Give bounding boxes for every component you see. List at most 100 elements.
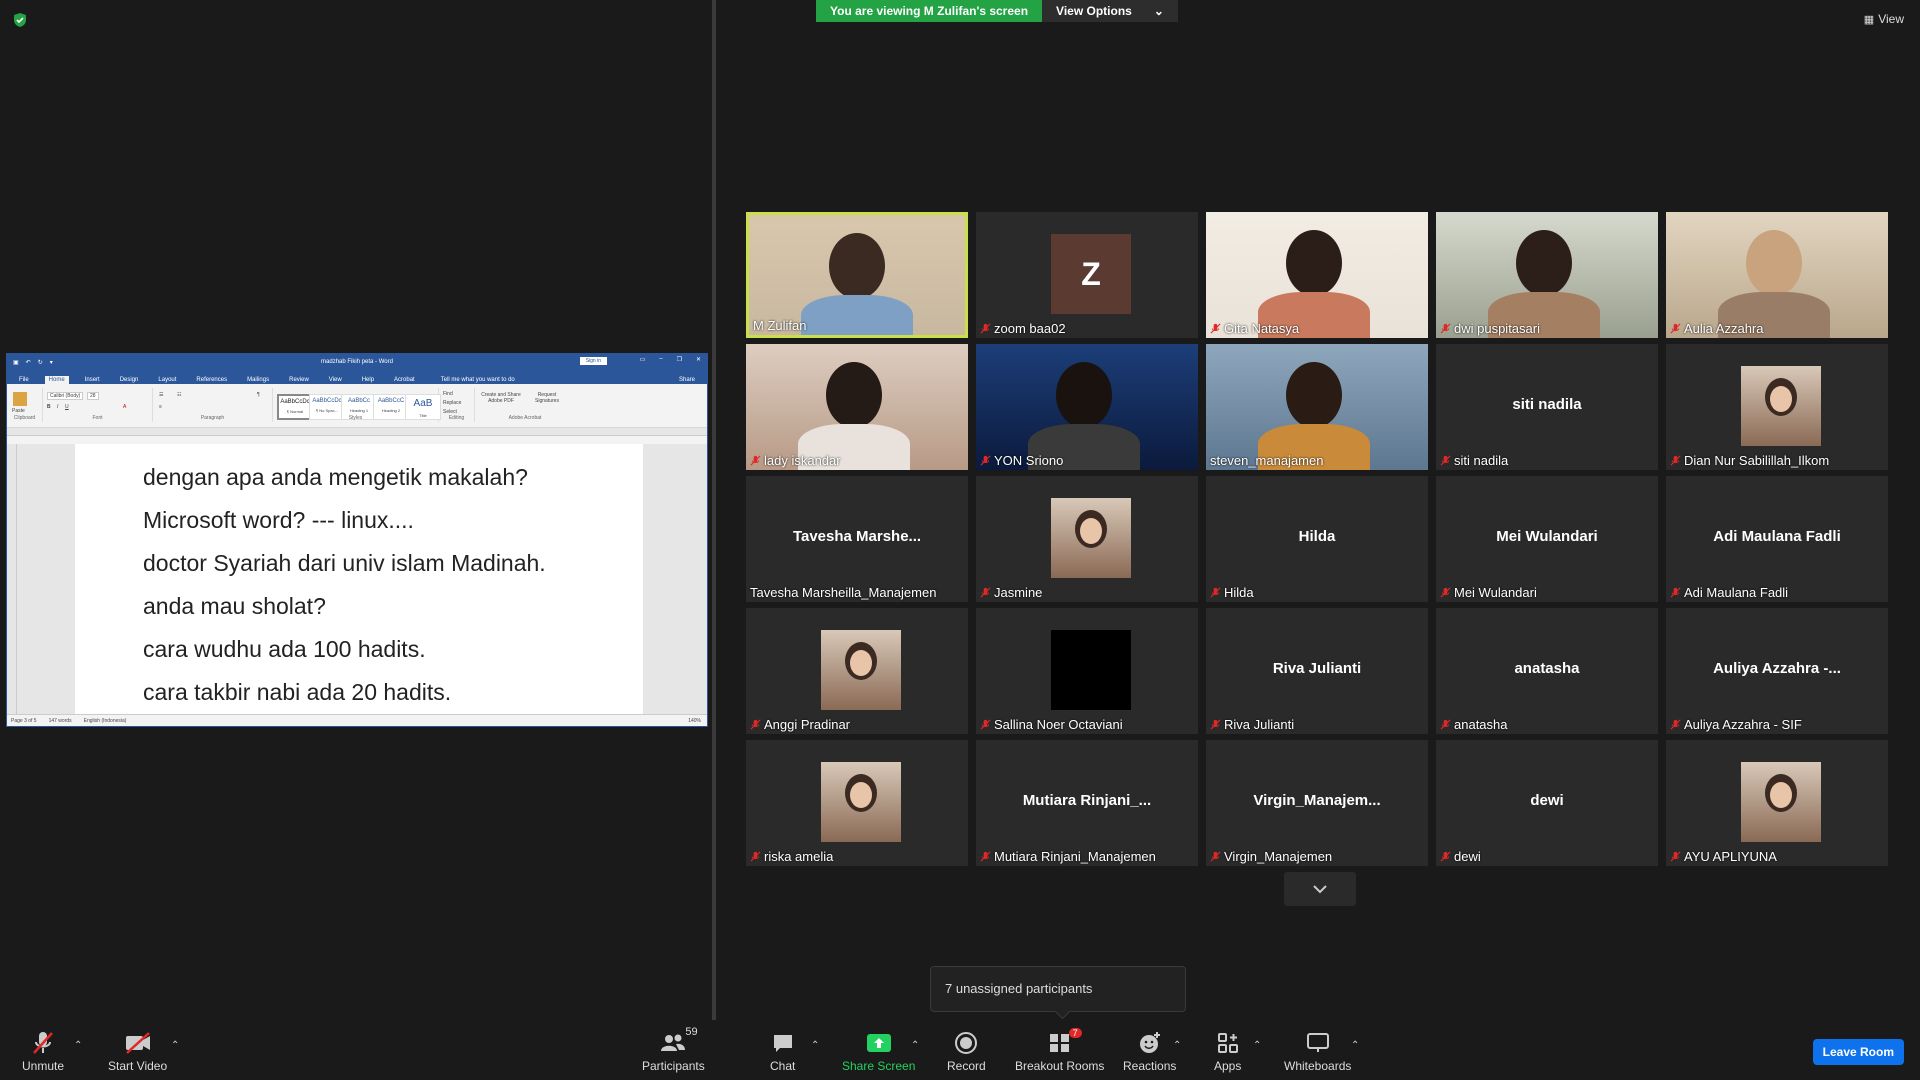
record-button[interactable]: Record	[947, 1030, 986, 1073]
breakout-rooms-button[interactable]: 7 Breakout Rooms	[1015, 1028, 1104, 1073]
shield-icon[interactable]	[12, 12, 28, 28]
bullets-icon[interactable]: ☰	[159, 392, 163, 398]
restore-icon[interactable]: ❐	[677, 356, 682, 363]
sign-in-button[interactable]: Sign in	[579, 357, 607, 365]
participant-tile[interactable]: Virgin_Manajem... Virgin_Manajemen	[1206, 740, 1428, 866]
audio-options-caret[interactable]: ⌃	[74, 1040, 82, 1051]
participant-tile[interactable]: steven_manajamen	[1206, 344, 1428, 470]
font-color-icon[interactable]: A	[123, 404, 126, 410]
participant-name: Mutiara Rinjani_Manajemen	[980, 849, 1156, 864]
participant-video	[749, 215, 965, 335]
language-indicator[interactable]: English (Indonesia)	[84, 718, 127, 724]
leave-room-button[interactable]: Leave Room	[1812, 1039, 1904, 1065]
participant-display-name: anatasha	[1514, 660, 1580, 677]
page-count[interactable]: Page 3 of 5	[11, 718, 37, 724]
participant-display-name: Mutiara Rinjani_...	[1022, 792, 1152, 809]
participant-tile[interactable]: Hilda Hilda	[1206, 476, 1428, 602]
share-options-caret[interactable]: ⌃	[911, 1040, 919, 1051]
participant-tile[interactable]: Mutiara Rinjani_... Mutiara Rinjani_Manaj…	[976, 740, 1198, 866]
participant-tile[interactable]: dwi puspitasari	[1436, 212, 1658, 338]
whiteboards-button[interactable]: Whiteboards	[1284, 1030, 1351, 1073]
tab-help[interactable]: Help	[358, 376, 378, 384]
font-size-select[interactable]: 28	[87, 392, 99, 400]
participant-tile[interactable]: riska amelia	[746, 740, 968, 866]
tab-insert[interactable]: Insert	[81, 376, 104, 384]
start-video-button[interactable]: Start Video	[108, 1030, 167, 1073]
participant-video	[1666, 212, 1888, 338]
chat-options-caret[interactable]: ⌃	[811, 1040, 819, 1051]
paste-icon[interactable]	[13, 392, 27, 406]
bold-icon[interactable]: B	[47, 404, 51, 410]
participant-tile[interactable]: lady iskandar	[746, 344, 968, 470]
doc-line: Microsoft word? --- linux....	[143, 507, 414, 533]
vertical-ruler[interactable]	[7, 444, 17, 716]
chat-button[interactable]: Chat	[770, 1030, 795, 1073]
participant-tile[interactable]: Tavesha Marshe... Tavesha Marsheilla_Mana…	[746, 476, 968, 602]
font-name-select[interactable]: Calibri (Body)	[47, 392, 84, 400]
align-left-icon[interactable]: ≡	[159, 404, 162, 410]
participants-button[interactable]: 59 Participants	[642, 1026, 705, 1073]
participant-tile[interactable]: siti nadila siti nadila	[1436, 344, 1658, 470]
document-page[interactable]: dengan apa anda mengetik makalah? Micros…	[75, 444, 643, 716]
participant-tile[interactable]: Anggi Pradinar	[746, 608, 968, 734]
participant-tile[interactable]: Dian Nur Sabilillah_Ilkom	[1666, 344, 1888, 470]
horizontal-ruler[interactable]	[7, 428, 707, 436]
participant-tile[interactable]: anatasha anatasha	[1436, 608, 1658, 734]
participant-name-label: Virgin_Manajemen	[1224, 849, 1333, 864]
apps-button[interactable]: Apps	[1214, 1030, 1241, 1073]
pane-divider[interactable]	[712, 0, 716, 1028]
word-share-button[interactable]: Share	[675, 376, 699, 384]
underline-icon[interactable]: U	[65, 404, 69, 410]
next-page-button[interactable]	[1284, 872, 1356, 906]
participant-tile[interactable]: YON Sriono	[976, 344, 1198, 470]
share-screen-button[interactable]: Share Screen	[842, 1030, 915, 1073]
tab-design[interactable]: Design	[116, 376, 143, 384]
tab-review[interactable]: Review	[285, 376, 313, 384]
tab-layout[interactable]: Layout	[154, 376, 180, 384]
reactions-options-caret[interactable]: ⌃	[1173, 1040, 1181, 1051]
numbering-icon[interactable]: ☷	[177, 392, 181, 398]
participant-tile[interactable]: Gita Natasya	[1206, 212, 1428, 338]
video-options-caret[interactable]: ⌃	[171, 1040, 179, 1051]
participant-tile[interactable]: dewi dewi	[1436, 740, 1658, 866]
participant-name: lady iskandar	[750, 453, 841, 468]
word-count[interactable]: 147 words	[49, 718, 72, 724]
whiteboards-label: Whiteboards	[1284, 1059, 1352, 1073]
participant-tile[interactable]: M Zulifan	[746, 212, 968, 338]
tab-references[interactable]: References	[192, 376, 231, 384]
minimize-icon[interactable]: –	[659, 356, 662, 363]
italic-icon[interactable]: I	[57, 404, 58, 410]
participant-tile[interactable]: Zzoom baa02	[976, 212, 1198, 338]
mic-muted-icon	[1670, 587, 1681, 598]
whiteboards-options-caret[interactable]: ⌃	[1351, 1040, 1359, 1051]
participant-tile[interactable]: Sallina Noer Octaviani	[976, 608, 1198, 734]
replace-button[interactable]: Replace	[443, 400, 461, 406]
tab-mailings[interactable]: Mailings	[243, 376, 273, 384]
participant-tile[interactable]: Adi Maulana Fadli Adi Maulana Fadli	[1666, 476, 1888, 602]
tell-me-search[interactable]: Tell me what you want to do	[437, 376, 519, 384]
participant-tile[interactable]: Aulia Azzahra	[1666, 212, 1888, 338]
participant-name: Gita Natasya	[1210, 321, 1299, 336]
view-options-button[interactable]: View Options ⌄	[1042, 0, 1178, 22]
apps-options-caret[interactable]: ⌃	[1253, 1040, 1261, 1051]
styles-group: AaBbCcDc ¶ Normal AaBbCcDc ¶ No Spac... Aa…	[273, 388, 441, 422]
ribbon-display-icon[interactable]: ▭	[640, 356, 646, 363]
pilcrow-icon[interactable]: ¶	[257, 392, 260, 398]
zoom-level[interactable]: 140%	[688, 718, 701, 724]
tab-acrobat[interactable]: Acrobat	[390, 376, 419, 384]
participant-tile[interactable]: Mei Wulandari Mei Wulandari	[1436, 476, 1658, 602]
find-button[interactable]: Find	[443, 391, 453, 397]
view-button[interactable]: ▦ View	[1864, 12, 1904, 26]
participant-tile[interactable]: AYU APLIYUNA	[1666, 740, 1888, 866]
tab-view[interactable]: View	[325, 376, 346, 384]
participant-tile[interactable]: Jasmine	[976, 476, 1198, 602]
participant-tile[interactable]: Auliya Azzahra -... Auliya Azzahra - SIF	[1666, 608, 1888, 734]
tab-file[interactable]: File	[15, 376, 33, 384]
tab-home[interactable]: Home	[44, 376, 69, 384]
close-icon[interactable]: ✕	[696, 356, 701, 363]
request-signatures-button[interactable]: Request Signatures	[527, 392, 567, 404]
participant-tile[interactable]: Riva Julianti Riva Julianti	[1206, 608, 1428, 734]
create-pdf-button[interactable]: Create and Share Adobe PDF	[477, 392, 525, 404]
unmute-button[interactable]: Unmute	[22, 1030, 64, 1073]
reactions-button[interactable]: Reactions	[1123, 1030, 1176, 1073]
